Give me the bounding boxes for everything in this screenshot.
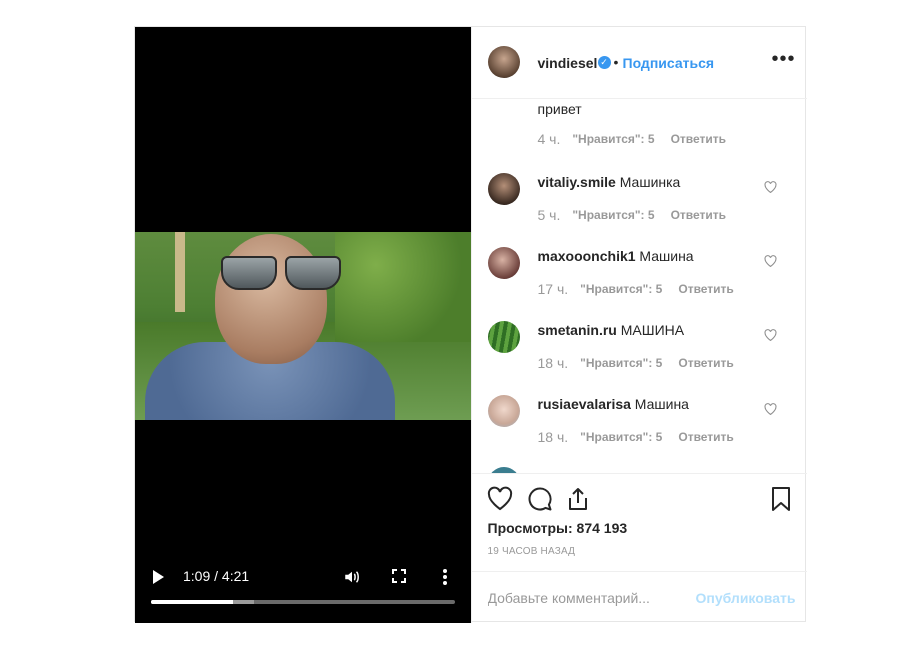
list-item: maxooonchik1 Машина 17 ч. "Нравится": 5 … [472,247,807,321]
video-controls: 1:09 / 4:21 [135,553,471,623]
more-options-icon[interactable]: ••• [772,49,795,71]
views-count[interactable]: Просмотры: 874 193 [488,520,628,536]
comment-likes[interactable]: "Нравится": 5 [572,132,654,146]
comment-time: 18 ч. [537,355,569,371]
reply-button[interactable]: Ответить [678,282,733,296]
commenter-username[interactable]: vitaliy.smile [538,174,616,190]
list-item: smetanin.ru МАШИНА 18 ч. "Нравится": 5 О… [472,321,807,395]
verified-badge-icon: ✓ [597,56,611,69]
post-header: vindiesel ✓ • Подписаться ••• [471,27,807,99]
video-frame[interactable] [135,232,471,420]
publish-button[interactable]: Опубликовать [696,590,796,606]
commenter-username[interactable]: smetanin.ru [538,322,617,338]
commenter-username[interactable]: rusiaevalarisa [538,396,631,412]
comment-meta: 5 ч. "Нравится": 5 Ответить [538,207,727,223]
reply-button[interactable]: Ответить [678,430,733,444]
comment-time: 17 ч. [537,281,569,297]
like-comment-heart-icon[interactable] [764,181,777,193]
comment-meta: 18 ч. "Нравится": 5 Ответить [538,429,734,445]
reply-button[interactable]: Ответить [678,356,733,370]
comment-meta: 4 ч. "Нравится": 5 Ответить [538,131,727,147]
header-separator: • [613,54,619,70]
progress-played [151,600,234,604]
comment-likes[interactable]: "Нравится": 5 [580,430,662,444]
comment-time: 4 ч. [537,131,561,147]
comment-bubble-icon[interactable] [527,486,553,512]
more-vertical-icon[interactable] [442,568,448,586]
volume-icon[interactable] [343,568,361,586]
comment-text: Машинка [619,174,681,190]
reply-button[interactable]: Ответить [671,208,726,222]
video-progress-bar[interactable] [151,600,455,604]
comment-text: привет [537,101,582,117]
comment-likes[interactable]: "Нравится": 5 [580,282,662,296]
reply-button[interactable]: Ответить [671,132,726,146]
comment-text: Машина [634,396,689,412]
author-username[interactable]: vindiesel [538,55,598,71]
add-comment-section: Опубликовать [471,571,807,623]
bookmark-icon[interactable] [768,486,794,512]
post-timestamp[interactable]: 19 ЧАСОВ НАЗАД [488,546,576,557]
commenter-username[interactable]: maxooonchik1 [538,248,636,264]
commenter-avatar[interactable] [487,395,520,427]
like-comment-heart-icon[interactable] [764,329,777,341]
list-item: rusiaevalarisa Машина 18 ч. "Нравится": … [472,395,807,469]
comment-text: Машина [639,248,694,264]
post-actions: Просмотры: 874 193 19 ЧАСОВ НАЗАД [471,473,807,571]
share-icon[interactable] [565,486,591,512]
like-heart-icon[interactable] [487,486,513,512]
like-comment-heart-icon[interactable] [764,255,777,267]
commenter-avatar[interactable] [487,321,520,353]
post-sidebar: vindiesel ✓ • Подписаться ••• привет 4 ч… [470,27,807,623]
comment-likes[interactable]: "Нравится": 5 [580,356,662,370]
like-comment-heart-icon[interactable] [764,403,777,415]
comments-list[interactable]: привет 4 ч. "Нравится": 5 Ответить vital… [472,99,807,473]
comment-meta: 17 ч. "Нравится": 5 Ответить [538,281,734,297]
video-time: 1:09 / 4:21 [183,568,250,584]
commenter-avatar[interactable] [487,173,520,205]
comment-meta: 18 ч. "Нравится": 5 Ответить [538,355,734,371]
list-item: vitaliy.smile Машинка 5 ч. "Нравится": 5… [472,173,807,247]
play-icon[interactable] [153,570,164,584]
comment-input[interactable] [487,588,688,608]
fullscreen-icon[interactable] [392,569,406,583]
instagram-post: 1:09 / 4:21 vindiesel ✓ • Подписаться ••… [134,26,807,623]
follow-button[interactable]: Подписаться [623,55,715,71]
comment-time: 5 ч. [537,207,561,223]
comment-text: МАШИНА [620,322,685,338]
commenter-avatar[interactable] [487,247,520,279]
comment-likes[interactable]: "Нравится": 5 [572,208,654,222]
video-player[interactable]: 1:09 / 4:21 [135,27,471,623]
author-avatar[interactable] [487,46,520,78]
comment-time: 18 ч. [537,429,569,445]
